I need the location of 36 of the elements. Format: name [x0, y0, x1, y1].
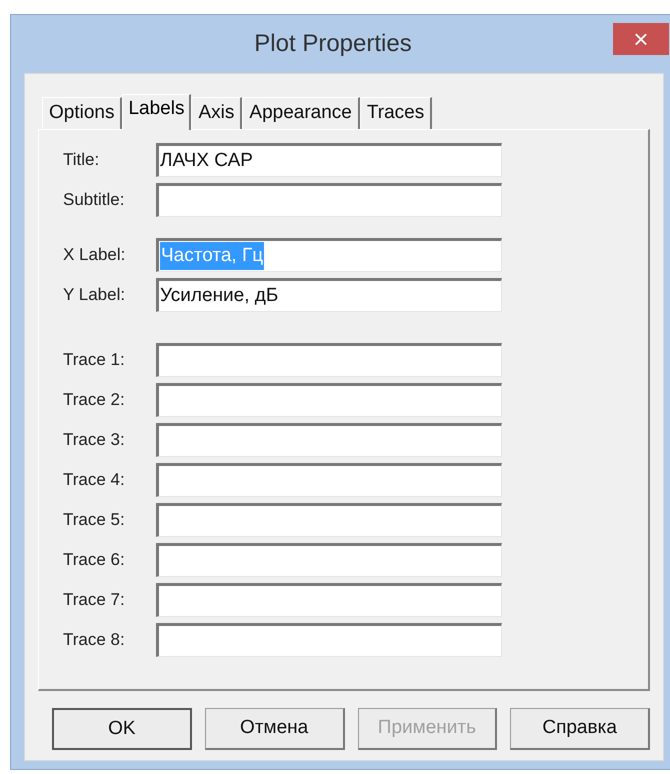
- text-field[interactable]: [156, 583, 502, 617]
- field-label: Trace 4:: [63, 469, 126, 492]
- text-field[interactable]: ЛАЧХ САР: [156, 143, 502, 177]
- field-label: Y Label:: [63, 284, 126, 306]
- text-field[interactable]: [156, 503, 502, 537]
- tab[interactable]: Labels: [122, 94, 192, 130]
- text-field[interactable]: [156, 543, 502, 577]
- text-field[interactable]: [156, 183, 502, 217]
- text-field[interactable]: [156, 383, 502, 417]
- field-label: Title:: [63, 149, 100, 172]
- field-label: X Label:: [63, 244, 126, 266]
- text-field[interactable]: [156, 423, 502, 457]
- tab[interactable]: Options: [42, 97, 122, 129]
- field-label: Trace 8:: [63, 629, 126, 652]
- tab[interactable]: Appearance: [242, 97, 360, 129]
- dialog-button[interactable]: Справка: [510, 708, 650, 750]
- field-label: Subtitle:: [63, 189, 126, 212]
- dialog-button[interactable]: Отмена: [204, 708, 345, 750]
- text-field[interactable]: Усиление, дБ: [156, 278, 502, 312]
- text-field[interactable]: [156, 463, 502, 497]
- field-label: Trace 3:: [63, 429, 126, 452]
- tab[interactable]: Traces: [360, 97, 432, 129]
- dialog-button[interactable]: OK: [52, 708, 192, 750]
- field-value: Частота, Гц: [160, 242, 264, 270]
- field-value: ЛАЧХ САР: [160, 148, 253, 173]
- close-button[interactable]: ×: [613, 23, 669, 55]
- field-label: Trace 1:: [63, 349, 126, 372]
- field-label: Trace 2:: [63, 389, 126, 412]
- field-label: Trace 7:: [63, 589, 126, 612]
- window-title: Plot Properties: [254, 29, 413, 59]
- text-field[interactable]: [156, 623, 502, 657]
- field-label: Trace 5:: [63, 509, 126, 532]
- field-label: Trace 6:: [63, 549, 126, 572]
- text-field[interactable]: [156, 343, 502, 377]
- tab[interactable]: Axis: [191, 97, 242, 129]
- field-value: Усиление, дБ: [160, 284, 278, 308]
